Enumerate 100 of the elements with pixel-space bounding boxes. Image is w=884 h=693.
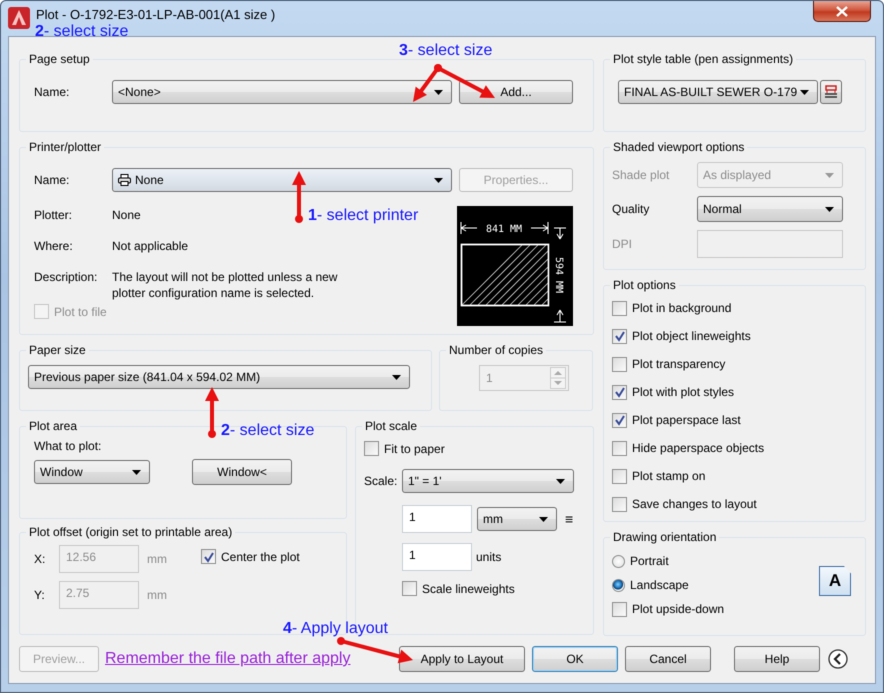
scale-dropdown[interactable]: 1" = 1' — [402, 469, 574, 493]
checkbox-label: Plot object lineweights — [632, 329, 751, 343]
dialog-button[interactable]: Help — [734, 646, 820, 672]
equals-sign: ≡ — [565, 511, 574, 527]
caret-icon — [539, 517, 548, 522]
field-label: X: — [34, 552, 46, 566]
panel-title: Plot scale — [364, 419, 418, 433]
checkbox[interactable] — [364, 441, 379, 456]
dialog-button[interactable]: Cancel — [625, 646, 711, 672]
field-label: Quality — [612, 202, 650, 216]
panel-title: Paper size — [28, 343, 87, 357]
checkbox[interactable] — [612, 356, 627, 372]
checkbox[interactable] — [612, 468, 627, 484]
panel-title: Plot style table (pen assignments) — [612, 52, 794, 66]
checkbox[interactable] — [612, 384, 627, 400]
caret-icon — [434, 90, 443, 95]
field-label: What to plot: — [34, 439, 102, 453]
edit-plot-style-button[interactable] — [820, 80, 842, 104]
checkbox-label: Plot paperspace last — [632, 413, 741, 427]
landscape-page-icon: A — [819, 566, 851, 596]
field-label: Y: — [34, 588, 46, 602]
caret-icon — [132, 470, 141, 475]
unit-dropdown[interactable]: mm — [477, 507, 557, 531]
callout-arrow — [292, 171, 306, 223]
annotation-text: 2- select size — [35, 24, 128, 40]
checkbox-label: Scale lineweights — [422, 582, 515, 596]
checkbox-label: Plot in background — [632, 301, 732, 315]
info-label: Plotter: — [34, 207, 74, 223]
field-label: Name: — [34, 173, 70, 187]
annotation-text: 1- select printer — [308, 208, 418, 224]
window-title: Plot - O-1792-E3-01-LP-AB-001(A1 size ) — [36, 7, 276, 22]
field-label: Name: — [34, 85, 70, 99]
caret-icon — [800, 90, 809, 95]
checkbox-label: Plot transparency — [632, 357, 726, 371]
option-dropdown[interactable]: Normal — [697, 196, 843, 222]
checkbox-label: Plot stamp on — [632, 469, 706, 483]
checkbox[interactable] — [612, 300, 627, 316]
spinner-arrows-icon — [550, 367, 566, 389]
collapse-icon[interactable] — [828, 649, 848, 669]
radio-label: Portrait — [630, 554, 669, 568]
window-button[interactable]: Window< — [192, 459, 292, 485]
checkbox-label: Plot upside-down — [632, 602, 724, 616]
info-value: The layout will not be plotted unless a new plotter configuration name is selected. — [112, 269, 338, 301]
unit-label: units — [476, 550, 502, 564]
dialog-button[interactable]: OK — [532, 646, 618, 672]
field-label: Shade plot — [612, 168, 670, 182]
file-path-link[interactable]: Remember the file path after apply — [105, 650, 399, 668]
annotation-text: 3- select size — [399, 43, 492, 59]
panel-title: Plot area — [28, 419, 78, 433]
checkbox[interactable] — [612, 496, 627, 512]
checkbox-label: Center the plot — [221, 550, 300, 564]
panel-title: Drawing orientation — [612, 530, 718, 544]
printer-dropdown[interactable]: None — [112, 168, 452, 192]
checkbox-label: Fit to paper — [384, 442, 445, 456]
checkbox[interactable] — [612, 412, 627, 428]
radio-button[interactable] — [612, 554, 625, 568]
dialog-button[interactable]: Apply to Layout — [399, 646, 525, 672]
printer-icon — [118, 174, 131, 186]
radio-label: Landscape — [630, 578, 689, 592]
checkbox-label: Save changes to layout — [632, 497, 757, 511]
caret-icon — [825, 207, 834, 212]
add-button[interactable]: Add... — [459, 80, 573, 104]
scale-value-field[interactable]: 1 — [402, 543, 472, 571]
checkbox[interactable] — [612, 440, 627, 456]
page-setup-dropdown[interactable]: <None> — [112, 80, 452, 104]
caret-icon — [392, 375, 401, 380]
close-button[interactable] — [813, 1, 871, 22]
caret-icon — [825, 173, 834, 178]
what-to-plot-dropdown[interactable]: Window — [34, 460, 150, 484]
plot-style-dropdown[interactable]: FINAL AS-BUILT SEWER O-179 — [618, 80, 818, 104]
unit-label: mm — [147, 552, 167, 566]
panel-title: Number of copies — [448, 343, 544, 357]
info-value: Not applicable — [112, 238, 188, 254]
checkbox-label: Plot with plot styles — [632, 385, 734, 399]
info-label: Where: — [34, 238, 74, 254]
unit-label: mm — [147, 588, 167, 602]
panel-title: Page setup — [28, 52, 91, 66]
panel-title: Plot offset (origin set to printable area) — [28, 525, 234, 539]
checkbox[interactable] — [402, 581, 417, 596]
caret-icon — [434, 178, 443, 183]
field-label: DPI — [612, 237, 634, 251]
panel-title: Plot options — [612, 278, 677, 292]
radio-button[interactable] — [612, 578, 625, 592]
info-value: None — [112, 207, 141, 223]
annotation-text: 2- select size — [221, 423, 314, 439]
pen-table-icon — [824, 85, 838, 99]
checkbox[interactable] — [612, 602, 627, 616]
caret-icon — [556, 479, 565, 484]
checkbox[interactable] — [201, 549, 216, 564]
paper-size-dropdown[interactable]: Previous paper size (841.04 x 594.02 MM) — [28, 365, 410, 389]
app-logo-icon — [8, 7, 30, 29]
checkbox-label: Plot to file — [54, 304, 107, 318]
close-icon — [836, 6, 848, 16]
dimension-label: 841 MM — [486, 224, 522, 235]
checkbox[interactable] — [612, 328, 627, 344]
callout-arrow — [205, 387, 219, 438]
dimension-label: 594 MM — [553, 256, 564, 294]
scale-value-field[interactable]: 1 — [402, 505, 472, 533]
checkbox-label: Hide paperspace objects — [632, 441, 764, 455]
panel-title: Printer/plotter — [28, 140, 102, 154]
